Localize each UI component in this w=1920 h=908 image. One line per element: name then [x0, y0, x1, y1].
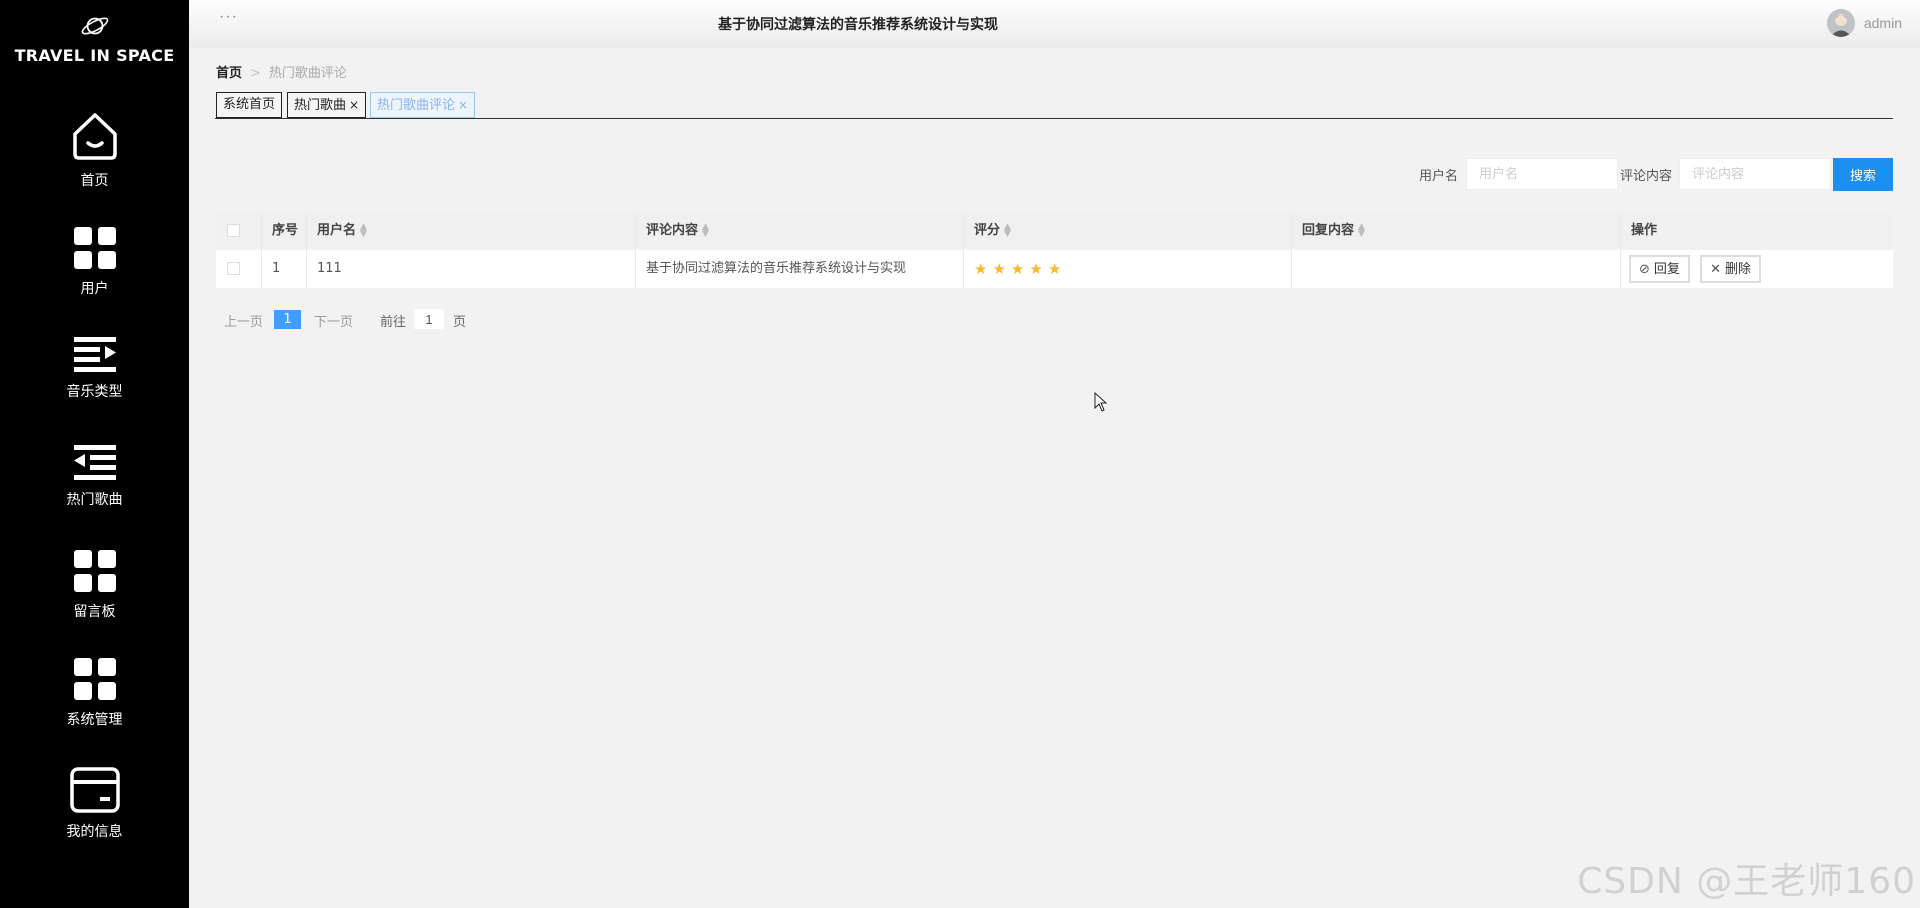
mouse-cursor-icon — [1094, 392, 1108, 412]
goto-page-input[interactable] — [414, 309, 444, 329]
reply-button[interactable]: ⊘ 回复 — [1629, 254, 1690, 283]
breadcrumb: 首页 > 热门歌曲评论 — [216, 62, 347, 81]
breadcrumb-separator: > — [250, 66, 261, 81]
tab-system-home[interactable]: 系统首页 — [216, 92, 283, 118]
username-search-input[interactable] — [1466, 158, 1618, 190]
table-row: 1 111 基于协同过滤算法的音乐推荐系统设计与实现 ★ ★ ★ ★ ★ ⊘ 回复 ✕ 删除 — [216, 250, 1893, 288]
star-icon: ★ — [1010, 260, 1025, 278]
select-all-checkbox[interactable] — [227, 224, 240, 237]
tab-close-icon[interactable]: × — [458, 98, 468, 112]
goto-label: 前往 — [380, 315, 407, 330]
username-search-label: 用户名 — [1419, 169, 1459, 184]
reply-check-icon: ⊘ — [1639, 261, 1650, 277]
content-search-input[interactable] — [1679, 158, 1831, 190]
sidebar-item-message-board[interactable]: 留言板 — [0, 549, 189, 621]
tab-hot-songs[interactable]: 热门歌曲 × — [287, 92, 367, 118]
column-header-reply[interactable]: 回复内容 ▲ ▼ — [1292, 212, 1621, 250]
tab-label: 系统首页 — [223, 97, 276, 112]
user-menu[interactable]: admin — [1826, 9, 1902, 37]
column-header-rating[interactable]: 评分 ▲ ▼ — [964, 212, 1292, 250]
tab-label: 热门歌曲 — [294, 98, 347, 113]
avatar-person-icon — [1826, 9, 1855, 37]
comments-table: 序号 用户名 ▲ ▼ 评论内容 ▲ ▼ 评分 ▲ ▼ 回复内容 ▲ ▼ 操作 1 111 基于协… — [216, 212, 1893, 288]
star-icon: ★ — [1029, 260, 1043, 278]
sidebar-item-users[interactable]: 用户 — [0, 226, 189, 298]
brand: TRAVEL IN SPACE — [0, 12, 189, 65]
sidebar-item-label: 首页 — [80, 173, 109, 189]
cell-content: 基于协同过滤算法的音乐推荐系统设计与实现 — [636, 250, 964, 288]
tab-hot-song-comments[interactable]: 热门歌曲评论 × — [370, 92, 476, 118]
column-header-content[interactable]: 评论内容 ▲ ▼ — [636, 212, 964, 250]
sort-caret-icon[interactable]: ▲ ▼ — [1358, 222, 1365, 238]
sidebar-item-label: 热门歌曲 — [66, 492, 123, 508]
cell-actions: ⊘ 回复 ✕ 删除 — [1621, 250, 1893, 288]
username: admin — [1863, 15, 1902, 31]
sidebar-item-label: 留言板 — [73, 604, 116, 620]
sidebar-item-label: 用户 — [80, 281, 109, 297]
watermark: CSDN @王老师160 — [1577, 861, 1916, 902]
sidebar-item-label: 音乐类型 — [66, 384, 123, 400]
cell-username: 111 — [307, 250, 636, 288]
planet-logo-icon — [81, 17, 108, 35]
sidebar-item-system-management[interactable]: 系统管理 — [0, 657, 189, 729]
breadcrumb-home[interactable]: 首页 — [216, 66, 242, 81]
column-header-actions: 操作 — [1631, 223, 1658, 238]
sidebar-item-label: 系统管理 — [66, 712, 123, 728]
top-header: ··· 基于协同过滤算法的音乐推荐系统设计与实现 admin — [189, 0, 1920, 48]
tabs-bar: 系统首页 热门歌曲 × 热门歌曲评论 × — [215, 90, 1893, 119]
prev-page-button[interactable]: 上一页 — [224, 311, 263, 330]
sidebar-item-hot-songs[interactable]: 热门歌曲 — [0, 445, 189, 509]
avatar — [1826, 9, 1855, 37]
column-header-index: 序号 — [262, 212, 307, 250]
select-all-cell — [216, 212, 262, 250]
content-search-label: 评论内容 — [1620, 169, 1673, 184]
grid-icon — [73, 658, 116, 700]
star-icon: ★ — [974, 260, 988, 278]
star-icon: ★ — [1047, 260, 1062, 278]
sidebar-item-label: 我的信息 — [66, 824, 123, 840]
column-header-username[interactable]: 用户名 ▲ ▼ — [307, 212, 636, 250]
cell-index: 1 — [262, 250, 307, 288]
sort-caret-icon[interactable]: ▲ ▼ — [360, 222, 367, 238]
star-icon: ★ — [992, 260, 1006, 278]
list-outdent-icon — [73, 445, 116, 480]
card-icon — [69, 767, 120, 813]
sort-caret-icon[interactable]: ▲ ▼ — [1004, 222, 1011, 238]
rating-stars: ★ ★ ★ ★ ★ — [974, 260, 1066, 278]
sidebar-item-home[interactable]: 首页 — [0, 110, 189, 190]
tab-close-icon[interactable]: × — [349, 98, 359, 112]
sort-caret-icon[interactable]: ▲ ▼ — [702, 222, 709, 238]
sidebar-item-my-info[interactable]: 我的信息 — [0, 767, 189, 841]
sidebar-item-music-types[interactable]: 音乐类型 — [0, 337, 189, 401]
table-header-row: 序号 用户名 ▲ ▼ 评论内容 ▲ ▼ 评分 ▲ ▼ 回复内容 ▲ ▼ 操作 — [216, 212, 1893, 250]
cell-reply — [1292, 250, 1621, 288]
row-select-cell — [216, 250, 262, 288]
search-button[interactable]: 搜索 — [1833, 158, 1893, 191]
page-suffix: 页 — [453, 315, 467, 330]
system-title: 基于协同过滤算法的音乐推荐系统设计与实现 — [718, 17, 998, 33]
cell-rating: ★ ★ ★ ★ ★ — [964, 250, 1292, 288]
home-icon — [72, 113, 117, 160]
row-checkbox[interactable] — [227, 262, 240, 275]
grid-icon — [73, 227, 116, 269]
sidebar: TRAVEL IN SPACE 首页 用户 音乐类型 热门歌曲 留言板 系统管理… — [0, 0, 189, 908]
page-number-current[interactable]: 1 — [274, 310, 301, 329]
next-page-button[interactable]: 下一页 — [314, 311, 353, 330]
breadcrumb-current: 热门歌曲评论 — [268, 66, 347, 81]
delete-button[interactable]: ✕ 删除 — [1700, 254, 1761, 283]
list-indent-icon — [73, 337, 116, 372]
tab-label: 热门歌曲评论 — [377, 98, 456, 113]
grid-icon — [73, 550, 116, 592]
close-icon: ✕ — [1710, 261, 1721, 277]
brand-name: TRAVEL IN SPACE — [14, 46, 175, 65]
